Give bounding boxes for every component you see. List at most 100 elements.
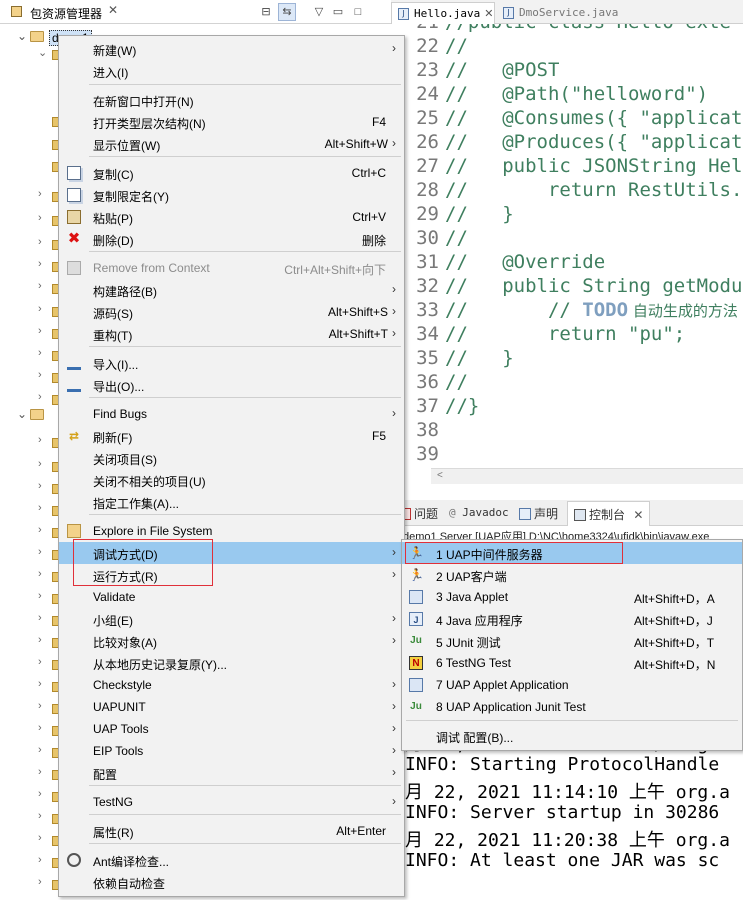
scroll-left-icon[interactable]: < xyxy=(437,470,443,481)
menu-item[interactable]: Ant编译检查... xyxy=(59,849,404,871)
menu-item[interactable]: 打开类型层次结构(N) F4 xyxy=(59,111,404,133)
line-number: 34 xyxy=(416,323,439,345)
code-area[interactable]: 21//public class Hello exte22//23// @POS… xyxy=(391,12,743,468)
submenu-item-label: 7 UAP Applet Application xyxy=(436,678,569,692)
tree-project-second[interactable]: ⌄ xyxy=(16,405,56,425)
minimize-icon[interactable]: ▭ xyxy=(329,3,347,21)
expand-arrow-icon[interactable]: › xyxy=(38,347,42,359)
menu-item[interactable]: 复制限定名(Y) xyxy=(59,184,404,206)
menu-item[interactable]: 从本地历史记录复原(Y)... xyxy=(59,652,404,674)
expand-arrow-icon[interactable]: › xyxy=(38,634,42,646)
expand-arrow-icon[interactable]: › xyxy=(38,188,42,200)
expand-arrow-icon[interactable]: › xyxy=(38,391,42,403)
menu-item[interactable]: 复制(C) Ctrl+C xyxy=(59,162,404,184)
submenu-item[interactable]: N 6 TestNG Test Alt+Shift+D，N xyxy=(402,652,742,674)
expand-arrow-icon[interactable]: › xyxy=(38,236,42,248)
expand-arrow-icon[interactable]: › xyxy=(38,854,42,866)
menu-item[interactable]: 重构(T) Alt+Shift+T › xyxy=(59,323,404,345)
menu-item[interactable]: Checkstyle › xyxy=(59,674,404,696)
link-with-editor-icon[interactable]: ⇆ xyxy=(278,3,296,21)
tab-javadoc[interactable]: @ Javadoc xyxy=(449,506,509,519)
menu-item[interactable]: 关闭不相关的项目(U) xyxy=(59,469,404,491)
expand-arrow-icon[interactable]: › xyxy=(38,766,42,778)
submenu-item[interactable]: Ju 8 UAP Application Junit Test xyxy=(402,696,742,718)
menu-item[interactable]: EIP Tools › xyxy=(59,740,404,762)
menu-item[interactable]: 关闭项目(S) xyxy=(59,447,404,469)
submenu-item[interactable]: 🏃 2 UAP客户端 xyxy=(402,564,742,586)
menu-item[interactable]: 运行方式(R) › xyxy=(59,564,404,586)
expand-arrow-icon[interactable]: › xyxy=(38,369,42,381)
expand-arrow-icon[interactable]: ⌄ xyxy=(38,46,47,59)
tab-console[interactable]: 控制台 ✕ xyxy=(567,501,651,526)
expand-arrow-icon[interactable]: › xyxy=(38,810,42,822)
expand-arrow-icon[interactable]: › xyxy=(38,524,42,536)
menu-item[interactable]: 调试方式(D) › xyxy=(59,542,404,564)
menu-item[interactable]: 配置 › xyxy=(59,762,404,784)
explorer-close-icon[interactable]: ✕ xyxy=(108,3,118,17)
submenu-item[interactable]: 3 Java Applet Alt+Shift+D，A xyxy=(402,586,742,608)
expand-arrow-icon[interactable]: › xyxy=(38,722,42,734)
menu-item[interactable]: ✖ 删除(D) 删除 xyxy=(59,228,404,250)
expand-arrow-icon[interactable]: › xyxy=(38,280,42,292)
expand-arrow-icon[interactable]: › xyxy=(38,744,42,756)
submenu-item[interactable]: 调试 配置(B)... xyxy=(402,725,742,747)
menu-item[interactable]: Find Bugs › xyxy=(59,403,404,425)
expand-arrow-icon[interactable]: ⌄ xyxy=(16,29,28,43)
menu-item[interactable]: 在新窗口中打开(N) xyxy=(59,89,404,111)
expand-arrow-icon[interactable]: › xyxy=(38,612,42,624)
submenu-item[interactable]: J 4 Java 应用程序 Alt+Shift+D，J xyxy=(402,608,742,630)
menu-item[interactable]: 依赖自动检查 xyxy=(59,871,404,893)
menu-item[interactable]: 导出(O)... xyxy=(59,374,404,396)
submenu-item[interactable]: 🏃 1 UAP中间件服务器 xyxy=(402,542,742,564)
submenu-arrow-icon: › xyxy=(392,304,396,318)
expand-arrow-icon[interactable]: › xyxy=(38,502,42,514)
expand-arrow-icon[interactable]: › xyxy=(38,568,42,580)
menu-item[interactable]: 导入(I)... xyxy=(59,352,404,374)
menu-item[interactable]: 小组(E) › xyxy=(59,608,404,630)
expand-arrow-icon[interactable]: › xyxy=(38,546,42,558)
expand-arrow-icon[interactable]: › xyxy=(38,832,42,844)
submenu-item[interactable]: 7 UAP Applet Application xyxy=(402,674,742,696)
expand-arrow-icon[interactable]: ⌄ xyxy=(16,407,28,421)
menu-item[interactable]: UAPUNIT › xyxy=(59,696,404,718)
expand-arrow-icon[interactable]: › xyxy=(38,458,42,470)
explorer-tab[interactable]: 包资源管理器 ✕ ⊟ ⇆ ▽ ▭ □ xyxy=(0,0,405,24)
menu-item[interactable]: UAP Tools › xyxy=(59,718,404,740)
menu-item[interactable]: Explore in File System xyxy=(59,520,404,542)
horizontal-scrollbar[interactable]: < xyxy=(431,468,743,484)
menu-item[interactable]: 新建(W) › xyxy=(59,38,404,60)
expand-arrow-icon[interactable]: › xyxy=(38,480,42,492)
tab-hello-java[interactable]: J Hello.java ✕ xyxy=(391,2,495,24)
collapse-all-icon[interactable]: ⊟ xyxy=(257,3,275,21)
maximize-icon[interactable]: □ xyxy=(349,3,367,21)
menu-item[interactable]: 粘贴(P) Ctrl+V xyxy=(59,206,404,228)
menu-item[interactable]: 源码(S) Alt+Shift+S › xyxy=(59,301,404,323)
menu-item[interactable]: 比较对象(A) › xyxy=(59,630,404,652)
submenu-item[interactable]: Ju 5 JUnit 测试 Alt+Shift+D，T xyxy=(402,630,742,652)
menu-item[interactable]: ⇄ 刷新(F) F5 xyxy=(59,425,404,447)
expand-arrow-icon[interactable]: › xyxy=(38,212,42,224)
menu-item[interactable]: 指定工作集(A)... xyxy=(59,491,404,513)
console-close-icon[interactable]: ✕ xyxy=(633,508,643,522)
menu-item[interactable]: Validate xyxy=(59,586,404,608)
menu-item[interactable]: 构建路径(B) › xyxy=(59,279,404,301)
expand-arrow-icon[interactable]: › xyxy=(38,303,42,315)
expand-arrow-icon[interactable]: › xyxy=(38,788,42,800)
expand-arrow-icon[interactable]: › xyxy=(38,258,42,270)
menu-item[interactable]: 显示位置(W) Alt+Shift+W › xyxy=(59,133,404,155)
tab-dmoservice-java[interactable]: J DmoService.java xyxy=(497,2,627,24)
tab-close-icon[interactable]: ✕ xyxy=(484,7,493,20)
expand-arrow-icon[interactable]: › xyxy=(38,590,42,602)
code-text: // @Consumes({ "applicat xyxy=(445,107,743,129)
menu-item[interactable]: 进入(I) xyxy=(59,60,404,82)
expand-arrow-icon[interactable]: › xyxy=(38,656,42,668)
expand-arrow-icon[interactable]: › xyxy=(38,678,42,690)
tab-declaration[interactable]: 声明 xyxy=(519,505,558,522)
expand-arrow-icon[interactable]: › xyxy=(38,325,42,337)
expand-arrow-icon[interactable]: › xyxy=(38,876,42,888)
expand-arrow-icon[interactable]: › xyxy=(38,700,42,712)
menu-item[interactable]: TestNG › xyxy=(59,791,404,813)
expand-arrow-icon[interactable]: › xyxy=(38,434,42,446)
view-menu-icon[interactable]: ▽ xyxy=(310,3,328,21)
menu-item[interactable]: 属性(R) Alt+Enter xyxy=(59,820,404,842)
